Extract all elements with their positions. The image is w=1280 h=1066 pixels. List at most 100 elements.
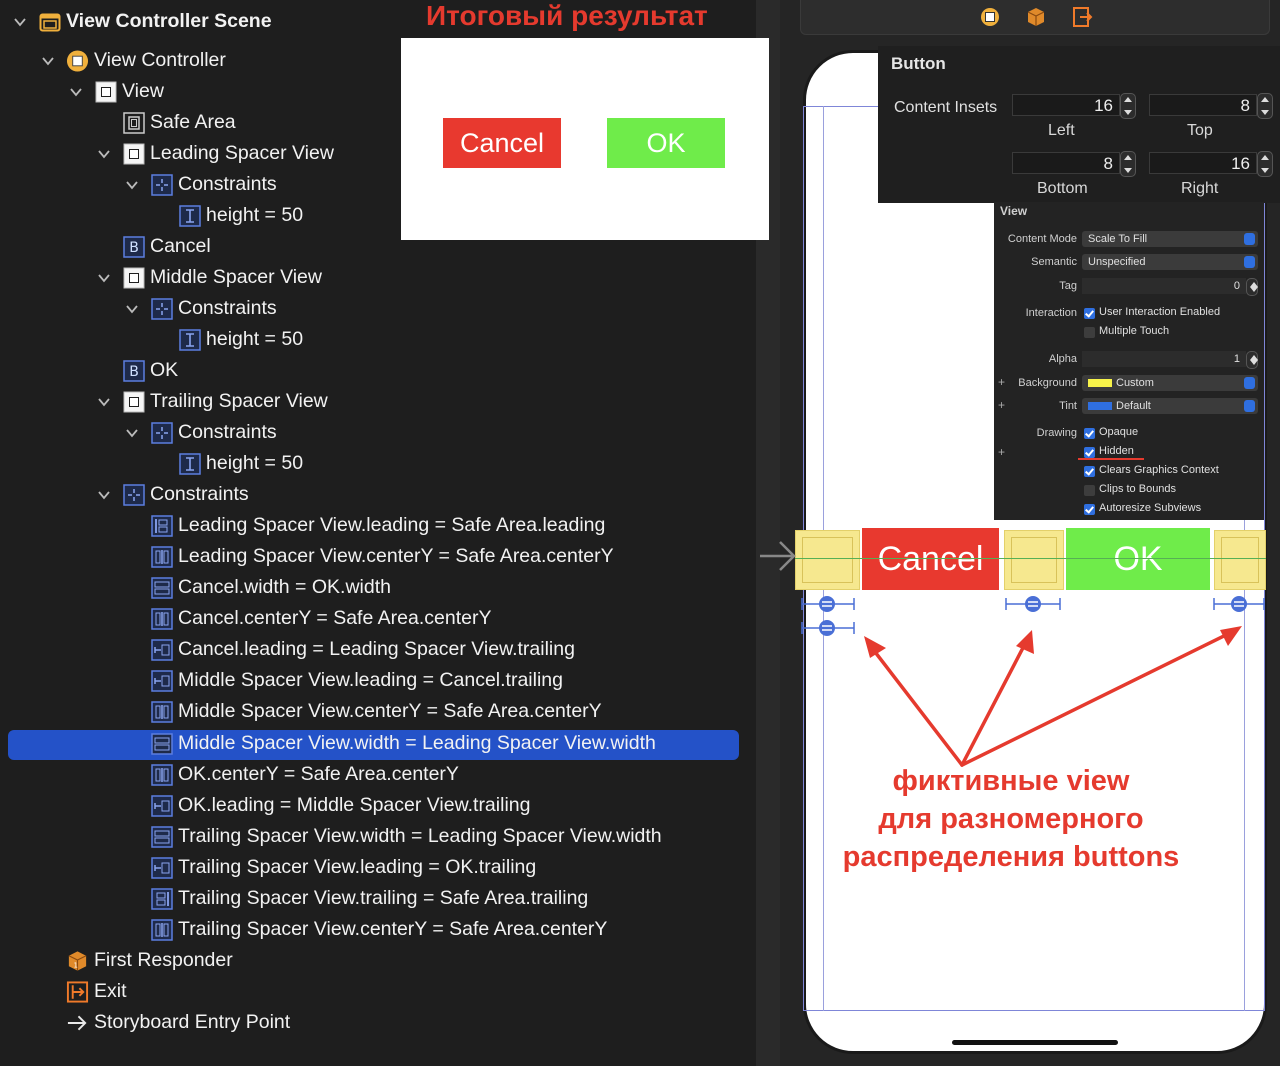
outline-row[interactable]: Storyboard Entry Point [66, 1007, 290, 1038]
outline-row[interactable]: Safe Area [122, 107, 236, 138]
outline-row[interactable]: Exit [66, 976, 127, 1007]
background-swatch [1088, 379, 1112, 387]
canvas-cancel-button[interactable]: Cancel [862, 528, 999, 590]
chevron-down-icon[interactable] [98, 489, 110, 501]
inset-left-stepper[interactable] [1120, 93, 1136, 119]
preview-cancel-button[interactable]: Cancel [443, 118, 561, 168]
inset-bottom-field[interactable]: 8 [1012, 152, 1120, 174]
chevron-down-icon[interactable] [98, 396, 110, 408]
inset-right-field[interactable]: 16 [1149, 152, 1257, 174]
trailing-constraint-icon [150, 887, 173, 910]
inset-left-field[interactable]: 16 [1012, 94, 1120, 116]
exit-icon [66, 980, 89, 1003]
first-responder-icon[interactable] [1025, 6, 1047, 28]
clips-to-bounds-label: Clips to Bounds [1099, 483, 1177, 495]
alpha-field[interactable]: 1 [1082, 351, 1246, 367]
outline-row[interactable]: Constraints [98, 479, 249, 510]
view-controller-icon[interactable] [979, 6, 1001, 28]
outline-row[interactable]: OK.leading = Middle Spacer View.trailing [150, 790, 530, 821]
multiple-touch-checkbox[interactable] [1084, 327, 1095, 338]
canvas-ok-button[interactable]: OK [1066, 528, 1210, 590]
clears-graphics-checkbox[interactable] [1084, 466, 1095, 477]
annotation-text: фиктивные view для разномерного распреде… [826, 762, 1196, 876]
view-icon [122, 390, 145, 413]
opaque-checkbox[interactable] [1084, 428, 1095, 439]
hidden-plus-icon[interactable]: + [998, 445, 1005, 459]
scene-icon [38, 10, 61, 33]
hidden-underline [1078, 458, 1144, 460]
outline-row[interactable]: Constraints [126, 417, 277, 448]
outline-row[interactable]: height = 50 [178, 324, 303, 355]
hidden-checkbox[interactable] [1084, 447, 1095, 458]
middle-spacer-view[interactable] [1004, 530, 1064, 590]
outline-row[interactable]: B Cancel [122, 231, 211, 262]
outline-row[interactable]: Cancel.width = OK.width [150, 572, 391, 603]
autoresize-label: Autoresize Subviews [1099, 502, 1202, 514]
outline-row-label: Constraints [178, 297, 277, 319]
outline-row-label: Leading Spacer View.centerY = Safe Area.… [178, 545, 614, 567]
outline-row[interactable]: Constraints [126, 169, 277, 200]
outline-row[interactable]: Leading Spacer View.leading = Safe Area.… [150, 510, 605, 541]
outline-row[interactable]: Cancel.leading = Leading Spacer View.tra… [150, 634, 575, 665]
outline-row-label: Exit [94, 980, 127, 1002]
outline-row-scene[interactable]: View Controller Scene [10, 6, 272, 37]
chevron-down-icon[interactable] [70, 86, 82, 98]
chevron-down-icon[interactable] [14, 16, 26, 28]
chevron-down-icon[interactable] [126, 427, 138, 439]
autoresize-checkbox[interactable] [1084, 504, 1095, 515]
outline-row[interactable]: Trailing Spacer View.leading = OK.traili… [150, 852, 536, 883]
outline-row[interactable]: Middle Spacer View.centerY = Safe Area.c… [150, 696, 602, 727]
exit-icon[interactable] [1071, 6, 1093, 28]
outline-row[interactable]: height = 50 [178, 448, 303, 479]
outline-row[interactable]: Leading Spacer View.centerY = Safe Area.… [150, 541, 614, 572]
user-interaction-checkbox[interactable] [1084, 308, 1095, 319]
chevron-down-icon[interactable] [42, 55, 54, 67]
tag-field[interactable]: 0 [1082, 278, 1246, 294]
height-constraint-icon [178, 204, 201, 227]
inset-right-stepper[interactable] [1257, 151, 1273, 177]
background-popup[interactable]: Custom [1082, 375, 1258, 391]
outline-row[interactable]: Constraints [126, 293, 277, 324]
inset-bottom-stepper[interactable] [1120, 151, 1136, 177]
outline-row[interactable]: Leading Spacer View [98, 138, 334, 169]
result-title: Итоговый результат [426, 0, 708, 31]
tint-swatch [1088, 402, 1112, 410]
outline-row[interactable]: Middle Spacer View [98, 262, 322, 293]
outline-row-label: Middle Spacer View [150, 266, 322, 288]
outline-row[interactable]: height = 50 [178, 200, 303, 231]
alpha-stepper[interactable] [1246, 351, 1258, 369]
background-value: Custom [1116, 377, 1154, 389]
popup-arrow-icon [1244, 400, 1255, 412]
outline-row[interactable]: Cancel.centerY = Safe Area.centerY [150, 603, 491, 634]
outline-row[interactable]: View Controller [42, 45, 226, 76]
semantic-popup[interactable]: Unspecified [1082, 254, 1258, 270]
outline-row[interactable]: Trailing Spacer View [98, 386, 328, 417]
tint-popup[interactable]: Default [1082, 398, 1258, 414]
chevron-down-icon[interactable] [98, 148, 110, 160]
trailing-spacer-view[interactable] [1214, 530, 1266, 590]
outline-row[interactable]: 1 First Responder [66, 945, 233, 976]
inset-top-field[interactable]: 8 [1149, 94, 1257, 116]
outline-row[interactable]: Trailing Spacer View.centerY = Safe Area… [150, 914, 607, 945]
chevron-down-icon[interactable] [98, 272, 110, 284]
outline-row[interactable]: Trailing Spacer View.width = Leading Spa… [150, 821, 662, 852]
inspector-title: Button [891, 54, 946, 73]
outline-row[interactable]: View [70, 76, 164, 107]
outline-row[interactable]: Middle Spacer View.leading = Cancel.trai… [150, 665, 563, 696]
outline-row[interactable]: B OK [122, 355, 178, 386]
content-mode-popup[interactable]: Scale To Fill [1082, 231, 1258, 247]
svg-text:B: B [129, 240, 139, 256]
outline-row[interactable]: OK.centerY = Safe Area.centerY [150, 759, 459, 790]
chevron-down-icon[interactable] [126, 179, 138, 191]
scene-title: View Controller Scene [66, 10, 272, 32]
inset-top-stepper[interactable] [1257, 93, 1273, 119]
preview-ok-button[interactable]: OK [607, 118, 725, 168]
clips-to-bounds-checkbox[interactable] [1084, 485, 1095, 496]
outline-row-label: Constraints [150, 483, 249, 505]
tag-stepper[interactable] [1246, 278, 1258, 296]
chevron-down-icon[interactable] [126, 303, 138, 315]
outline-row[interactable]: Trailing Spacer View.trailing = Safe Are… [150, 883, 588, 914]
leading-spacer-view[interactable] [795, 530, 860, 590]
canvas-ok-label: OK [1113, 539, 1163, 578]
outline-row[interactable]: Middle Spacer View.width = Leading Space… [150, 728, 656, 759]
